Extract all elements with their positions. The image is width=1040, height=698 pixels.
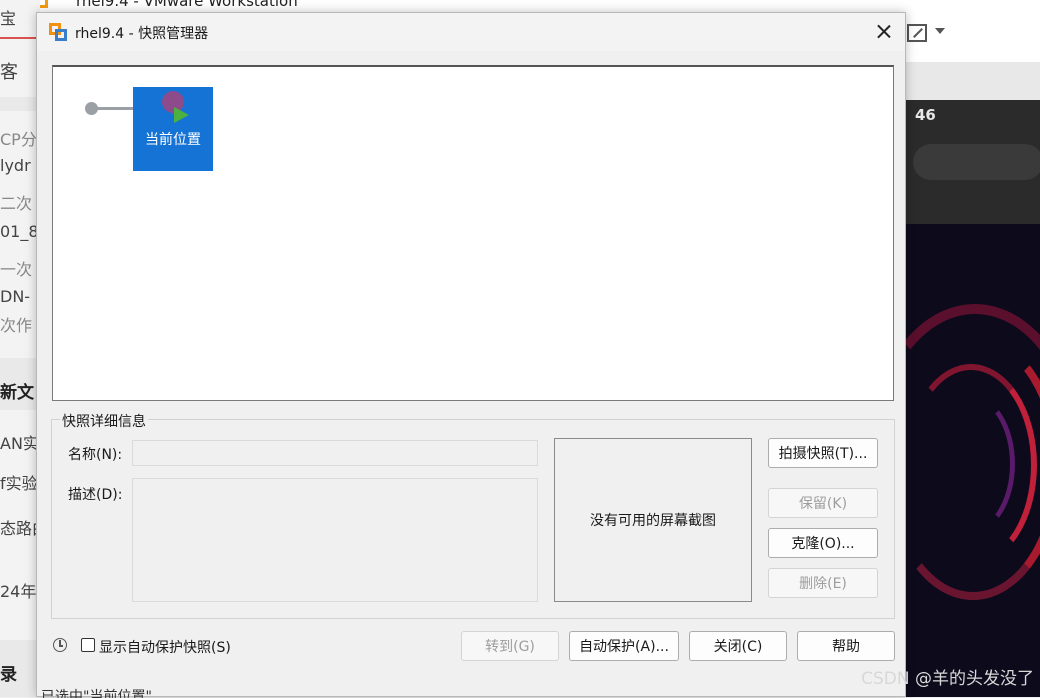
name-label: 名称(N): [68,447,123,463]
background-toolbar [905,12,1040,62]
background-text: 录 [0,665,17,685]
background-text: AN实 [0,434,39,453]
background-shade [0,97,40,111]
keep-button[interactable]: 保留(K) [768,488,878,518]
background-text: 01_8 [0,222,39,241]
background-text: 客 [0,62,18,83]
background-text: 二次 [0,194,33,213]
background-text: lydr [0,156,31,175]
background-text: f实验 [0,474,38,493]
background-vm-topbar: 46 [905,100,1040,224]
screenshot-preview: 没有可用的屏幕截图 [554,438,752,602]
background-left-window: 宝 客 CP分 lydr 二次 01_8 一次 DN- 次作 新文 AN实 f实… [0,0,40,697]
close-button[interactable]: 关闭(C) [689,631,787,661]
background-number: 46 [915,106,936,124]
current-state-label: 当前位置 [145,132,201,148]
background-text: 宝 [0,9,17,28]
watermark: CSDN @羊的头发没了 [861,669,1034,689]
status-bar: 已选中"当前位置" [37,683,905,698]
background-text: 新文 [0,383,34,403]
background-text: CP分 [0,130,37,149]
show-autoprotect-label[interactable]: 显示自动保护快照(S) [99,637,231,657]
status-text: 已选中"当前位置" [41,689,152,698]
wallpaper-swirl [925,394,1015,534]
autoprotect-button[interactable]: 自动保护(A)... [569,631,679,661]
background-text: 一次 [0,260,33,279]
background-search-pill [913,144,1040,180]
chevron-down-icon[interactable] [935,28,945,34]
snapshot-tree[interactable]: 当前位置 [52,65,894,401]
description-field[interactable] [132,478,538,602]
background-text: 次作 [0,316,33,335]
background-app-title: rhel9.4 - VMware Workstation [76,0,298,10]
background-app-titlebar: rhel9.4 - VMware Workstation [40,0,1040,12]
current-state-node[interactable]: 当前位置 [133,87,213,171]
name-field[interactable] [132,440,538,466]
clone-button[interactable]: 克隆(O)... [768,528,878,558]
vmware-icon [40,0,48,8]
no-screenshot-text: 没有可用的屏幕截图 [590,513,716,529]
background-text: 态路由 [0,519,40,538]
background-divider [0,37,40,39]
background-text: DN- [0,287,31,306]
delete-button[interactable]: 删除(E) [768,568,878,598]
close-icon[interactable] [873,21,895,43]
details-group-title: 快照详细信息 [60,411,148,431]
background-text: 24年 [0,582,37,601]
help-button[interactable]: 帮助 [797,631,895,661]
dialog-title: rhel9.4 - 快照管理器 [75,26,209,42]
history-icon [53,638,67,652]
dialog-titlebar[interactable]: rhel9.4 - 快照管理器 [37,13,905,51]
play-icon [174,107,189,123]
show-autoprotect-checkbox[interactable] [81,638,95,652]
goto-button[interactable]: 转到(G) [461,631,559,661]
vmware-logo-icon [49,23,67,41]
snapshot-manager-dialog: rhel9.4 - 快照管理器 当前位置 快照详细信息 名称(N): 描述(D)… [36,12,906,698]
background-vm-wallpaper [905,224,1040,697]
take-snapshot-button[interactable]: 拍摄快照(T)... [768,438,878,468]
fullscreen-icon[interactable] [907,24,927,42]
description-label: 描述(D): [68,487,123,503]
background-panel [905,62,1040,102]
